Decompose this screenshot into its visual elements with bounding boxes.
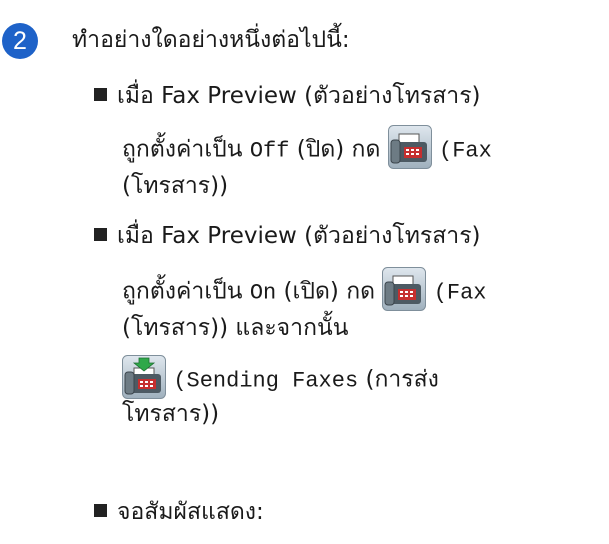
setting-value-off: Off: [249, 138, 290, 164]
bullet-line: เมื่อ Fax Preview (ตัวอย่างโทรสาร): [94, 220, 481, 252]
bullet-square-icon: [94, 504, 107, 517]
bullet-line: โทรสาร)): [122, 398, 219, 430]
bullet-text: ถูกตั้งค่าเป็น: [122, 136, 243, 163]
bullet-text: จอสัมผัสแสดง:: [117, 499, 264, 525]
fax-icon[interactable]: [387, 125, 432, 169]
fax-label: (Fax: [433, 280, 487, 306]
sending-faxes-label: (Sending Faxes: [173, 368, 359, 394]
step-number-badge: 2: [2, 23, 38, 59]
bullet-text: ถูกตั้งค่าเป็น: [122, 278, 243, 305]
bullet-text: (เปิด) กด: [283, 278, 376, 305]
bullet-text: (โทรสาร)) และจากนั้น: [122, 315, 349, 341]
bullet-text: โทรสาร)): [122, 401, 220, 427]
bullet-text: เมื่อ Fax Preview (ตัวอย่างโทรสาร): [117, 83, 481, 109]
bullet-line: (โทรสาร)) และจากนั้น: [122, 312, 348, 344]
fax-label: (Fax: [439, 138, 492, 164]
bullet-text: (โทรสาร)): [122, 173, 229, 199]
sending-faxes-icon[interactable]: [122, 355, 166, 399]
bullet-text: เมื่อ Fax Preview (ตัวอย่างโทรสาร): [117, 223, 481, 249]
step-instruction: ทำอย่างใดอย่างหนึ่งต่อไปนี้:: [72, 27, 350, 53]
bullet-line: (Sending Faxes (การส่ง: [122, 355, 439, 402]
bullet-line: ถูกตั้งค่าเป็น On (เปิด) กด (Fax: [122, 267, 487, 314]
bullet-line: (โทรสาร)): [122, 170, 228, 202]
fax-icon[interactable]: [382, 267, 427, 311]
bullet-text: (ปิด) กด: [296, 136, 381, 163]
bullet-square-icon: [94, 88, 107, 101]
setting-value-on: On: [249, 280, 277, 306]
bullet-square-icon: [94, 228, 107, 241]
bullet-line: จอสัมผัสแสดง:: [94, 496, 264, 528]
bullet-text: (การส่ง: [365, 366, 439, 393]
bullet-line: เมื่อ Fax Preview (ตัวอย่างโทรสาร): [94, 80, 481, 112]
bullet-line: ถูกตั้งค่าเป็น Off (ปิด) กด (Fax: [122, 125, 492, 172]
